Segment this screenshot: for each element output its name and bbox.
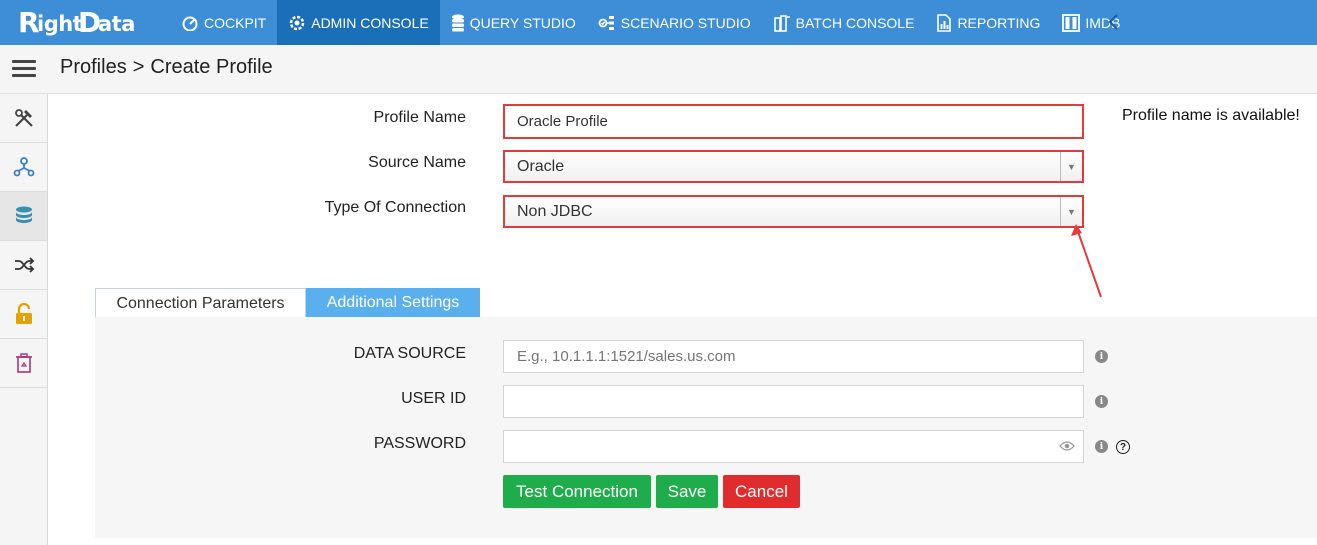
gauge-icon [182, 16, 198, 31]
tools-icon [14, 109, 33, 127]
shuffle-icon [14, 257, 34, 273]
breadcrumb-separator: > [132, 56, 145, 78]
help-icon[interactable]: ? [1116, 440, 1130, 454]
profile-name-input[interactable]: Oracle Profile [503, 104, 1084, 139]
svg-text:ight: ight [37, 12, 83, 36]
nav-query-studio-label: QUERY STUDIO [469, 14, 576, 31]
nav-admin-console[interactable]: ADMIN CONSOLE [277, 0, 440, 45]
main-nav: COCKPIT ADMIN CONSOLE QUERY STUDIO SCENA… [170, 0, 1131, 45]
info-icon[interactable]: i [1095, 395, 1108, 408]
columns-icon [1062, 13, 1081, 32]
sidebar-item-recycle-bin[interactable] [0, 339, 47, 388]
sidebar-item-database[interactable] [0, 192, 47, 241]
info-icon[interactable]: i [1095, 350, 1108, 363]
nav-query-studio[interactable]: QUERY STUDIO [440, 0, 587, 45]
profile-name-status: Profile name is available! [1122, 107, 1300, 124]
source-name-select[interactable]: Oracle ▼ [503, 150, 1084, 183]
info-icon[interactable]: i [1095, 440, 1108, 453]
user-id-label: USER ID [401, 390, 466, 407]
breadcrumb-bar: Profiles > Create Profile [0, 45, 1317, 94]
tab-connection-parameters-label: Connection Parameters [116, 294, 285, 312]
nav-batch-console-label: BATCH CONSOLE [795, 14, 915, 31]
hamburger-menu-icon[interactable] [12, 57, 36, 81]
test-connection-button[interactable]: Test Connection [503, 475, 651, 508]
gear-icon [289, 15, 305, 30]
data-source-label: DATA SOURCE [353, 345, 466, 362]
svg-text:R: R [18, 6, 39, 38]
dropdown-arrow-icon: ▼ [1060, 197, 1082, 226]
tab-additional-settings-label: Additional Settings [326, 294, 460, 311]
source-name-label: Source Name [368, 154, 466, 171]
connection-type-select[interactable]: Non JDBC ▼ [503, 195, 1084, 228]
breadcrumb-current: Create Profile [150, 56, 273, 78]
rightdata-logo-mark: R ight D ata [18, 6, 135, 38]
nav-cockpit-label: COCKPIT [204, 14, 267, 31]
report-icon [937, 13, 952, 32]
nav-scenario-studio[interactable]: SCENARIO STUDIO [587, 0, 762, 45]
unlock-icon [15, 303, 32, 324]
dropdown-arrow-icon: ▼ [1060, 152, 1082, 181]
chevron-left-icon[interactable] [1104, 12, 1124, 32]
breadcrumb: Profiles > Create Profile [60, 56, 273, 79]
recycle-bin-icon [15, 353, 32, 373]
nav-admin-console-label: ADMIN CONSOLE [311, 14, 429, 31]
flow-icon [598, 15, 614, 30]
nav-scenario-studio-label: SCENARIO STUDIO [620, 14, 751, 31]
nav-batch-console[interactable]: BATCH CONSOLE [762, 0, 926, 45]
sidebar-item-shuffle[interactable] [0, 241, 47, 290]
eye-icon[interactable] [1059, 440, 1075, 452]
svg-text:ata: ata [98, 12, 135, 36]
password-input[interactable] [503, 430, 1084, 463]
user-id-input[interactable] [503, 385, 1084, 418]
profile-name-value: Oracle Profile [517, 113, 608, 130]
sidebar-item-network[interactable] [0, 143, 47, 192]
sidebar-item-tools[interactable] [0, 94, 47, 143]
save-button[interactable]: Save [656, 475, 718, 508]
rightdata-logo[interactable]: R ight D ata [18, 6, 136, 38]
tab-additional-settings[interactable]: Additional Settings [306, 288, 480, 318]
connection-type-label: Type Of Connection [324, 199, 466, 216]
profile-name-label: Profile Name [373, 109, 466, 126]
top-navigation-bar: R ight D ata COCKPIT ADMIN CONSOLE QUERY… [0, 0, 1317, 45]
breadcrumb-profiles-link[interactable]: Profiles [60, 56, 127, 78]
connection-type-value: Non JDBC [517, 202, 593, 220]
data-source-input[interactable] [503, 340, 1084, 373]
tab-connection-parameters[interactable]: Connection Parameters [95, 288, 306, 318]
database-icon [15, 206, 32, 223]
sidebar [0, 94, 48, 545]
network-icon [13, 157, 34, 177]
password-label: PASSWORD [373, 435, 466, 452]
source-name-value: Oracle [517, 157, 565, 175]
sidebar-item-security[interactable] [0, 290, 47, 339]
cancel-button[interactable]: Cancel [723, 475, 800, 508]
nav-reporting-label: REPORTING [957, 14, 1041, 31]
batch-icon [773, 14, 790, 32]
database-icon [451, 14, 464, 31]
nav-cockpit[interactable]: COCKPIT [170, 0, 277, 45]
nav-reporting[interactable]: REPORTING [925, 0, 1051, 45]
